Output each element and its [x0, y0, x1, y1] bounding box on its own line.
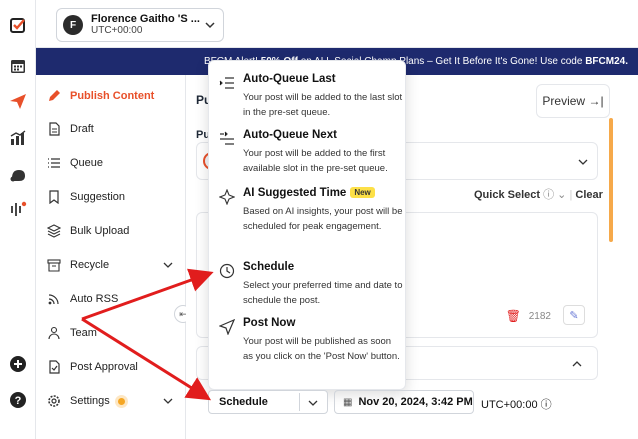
promo-code: BFCM24.	[585, 56, 628, 67]
add-icon[interactable]	[7, 353, 29, 375]
user-icon	[46, 325, 62, 341]
option-title: Auto-Queue Last	[243, 73, 336, 85]
scroll-indicator[interactable]	[609, 118, 613, 242]
calendar-icon: ▦	[343, 396, 353, 408]
option-auto-queue-last[interactable]: Auto-Queue Last Your post will be added …	[217, 73, 403, 119]
publish-rail-icon[interactable]	[7, 90, 29, 112]
datetime-picker[interactable]: ▦ Nov 20, 2024, 3:42 PM	[334, 390, 474, 414]
option-auto-queue-next[interactable]: Auto-Queue Next Your post will be added …	[217, 129, 401, 175]
chevron-down-icon	[163, 398, 173, 404]
sidebar-item-settings[interactable]: Settings	[46, 390, 178, 412]
sidebar-item-label: Settings	[70, 395, 110, 407]
listening-icon[interactable]	[7, 198, 29, 220]
rss-icon	[46, 291, 62, 307]
chevron-up-icon	[572, 361, 582, 367]
gear-icon	[46, 393, 62, 409]
sidebar-item-label: Auto RSS	[70, 293, 119, 305]
preview-button[interactable]: Preview →|	[536, 84, 610, 118]
post-type-dropdown: Auto-Queue Last Your post will be added …	[208, 60, 406, 390]
calendar-icon[interactable]	[7, 55, 29, 77]
chevron-down-icon	[308, 400, 318, 406]
account-name: Florence Gaitho 'S ...	[91, 13, 200, 25]
schedule-select[interactable]: Schedule	[208, 390, 328, 414]
info-icon: ⓘ ⌄	[543, 189, 567, 201]
list-icon	[46, 155, 62, 171]
option-ai-suggested-time[interactable]: AI Suggested Time New Based on AI insight…	[217, 187, 403, 251]
collapse-right-icon: →|	[588, 94, 604, 108]
option-title: Post Now	[243, 317, 296, 329]
inbox-icon[interactable]	[7, 164, 29, 186]
pencil-icon	[46, 88, 62, 104]
quick-select-label: Quick Select	[474, 189, 541, 201]
chevron-down-icon	[578, 159, 588, 165]
new-badge: New	[350, 187, 375, 198]
document-icon	[46, 121, 62, 137]
sidebar-item-label: Suggestion	[70, 191, 126, 203]
send-icon	[219, 319, 235, 335]
sidebar-item-auto-rss[interactable]: Auto RSS	[46, 288, 178, 310]
sidebar-item-suggestion[interactable]: Suggestion	[46, 186, 178, 208]
schedule-select-label: Schedule	[219, 396, 268, 408]
account-selector[interactable]: F Florence Gaitho 'S ... UTC+00:00	[56, 8, 224, 42]
sidebar: Publish Content Draft Queue Suggestion B…	[36, 75, 186, 439]
top-bar: F Florence Gaitho 'S ... UTC+00:00	[36, 0, 638, 48]
option-post-now[interactable]: Post Now Your post will be published as …	[217, 317, 401, 379]
sidebar-item-bulk-upload[interactable]: Bulk Upload	[46, 220, 178, 242]
icon-rail: ?	[0, 0, 36, 439]
option-description: Based on AI insights, your post will be …	[243, 206, 403, 232]
sidebar-item-label: Draft	[70, 123, 94, 135]
app-logo-icon[interactable]	[7, 14, 29, 36]
trash-icon[interactable]: 🗑	[506, 309, 521, 323]
sidebar-item-team[interactable]: Team	[46, 322, 178, 344]
option-schedule[interactable]: Schedule Select your preferred time and …	[217, 261, 403, 307]
queue-last-icon	[219, 75, 235, 91]
sidebar-item-label: Team	[70, 327, 97, 339]
sidebar-item-recycle[interactable]: Recycle	[46, 254, 178, 276]
option-title: AI Suggested Time	[243, 187, 347, 199]
option-description: Select your preferred time and date to s…	[243, 280, 403, 306]
character-count: 2182	[528, 311, 551, 322]
option-description: Your post will be added to the first ava…	[243, 148, 388, 174]
sidebar-item-queue[interactable]: Queue	[46, 152, 178, 174]
option-description: Your post will be published as soon as y…	[243, 336, 400, 362]
help-icon[interactable]: ⓘ	[541, 399, 552, 411]
sidebar-item-label: Publish Content	[70, 90, 155, 102]
option-title: Schedule	[243, 261, 295, 273]
sidebar-item-post-approval[interactable]: Post Approval	[46, 356, 178, 378]
clear-button[interactable]: Clear	[575, 189, 603, 201]
analytics-icon[interactable]	[7, 127, 29, 149]
account-timezone: UTC+00:00	[91, 25, 143, 36]
datetime-value: Nov 20, 2024, 3:42 PM	[358, 396, 473, 408]
sidebar-item-publish-content[interactable]: Publish Content	[46, 85, 178, 107]
sidebar-item-label: Bulk Upload	[70, 225, 130, 237]
layers-icon	[46, 223, 62, 239]
quick-select[interactable]: Quick Select ⓘ ⌄ | Clear	[474, 186, 603, 202]
ai-sparkle-icon	[219, 189, 235, 205]
option-description: Your post will be added to the last slot…	[243, 92, 403, 118]
preview-label: Preview	[542, 94, 586, 108]
chevron-down-icon	[163, 262, 173, 268]
magic-wand-icon[interactable]: ✎	[563, 305, 585, 325]
sidebar-item-label: Post Approval	[70, 361, 138, 373]
chevron-down-icon	[205, 22, 215, 29]
timezone-label: UTC+00:00 ⓘ	[481, 399, 552, 411]
queue-next-icon	[219, 131, 235, 147]
bookmark-icon	[46, 189, 62, 205]
archive-icon	[46, 257, 62, 273]
approval-icon	[46, 359, 62, 375]
svg-text:?: ?	[15, 395, 22, 407]
help-icon[interactable]: ?	[7, 389, 29, 411]
option-title: Auto-Queue Next	[243, 129, 337, 141]
sidebar-item-label: Recycle	[70, 259, 110, 271]
clock-icon	[219, 263, 235, 279]
avatar: F	[63, 15, 83, 35]
status-dot	[117, 397, 125, 405]
sidebar-item-label: Queue	[70, 157, 104, 169]
sidebar-item-draft[interactable]: Draft	[46, 118, 178, 140]
